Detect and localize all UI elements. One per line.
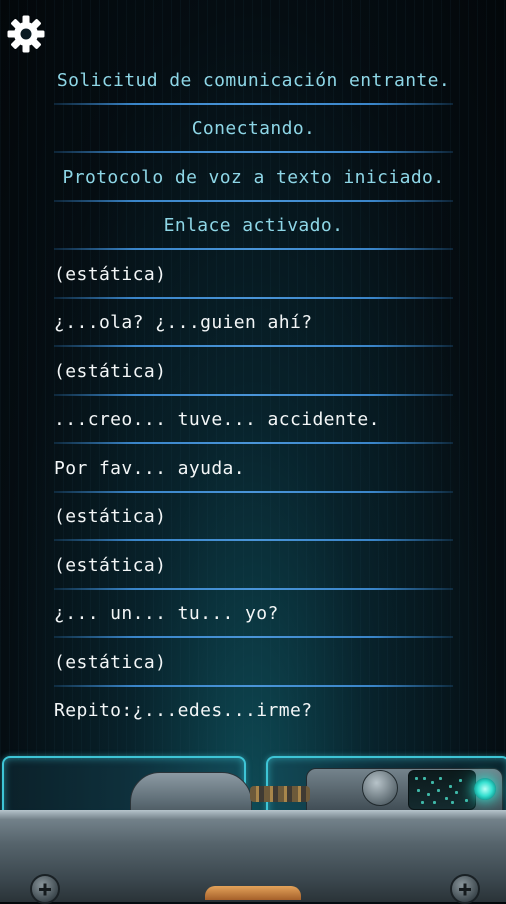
log-line-text: Por fav... ayuda. bbox=[54, 457, 246, 479]
transmission-log-line: ¿...ola? ¿...guien ahí? bbox=[54, 299, 453, 348]
transmission-log-line: (estática) bbox=[54, 250, 453, 299]
system-log-line: Enlace activado. bbox=[54, 202, 453, 251]
system-log-line: Protocolo de voz a texto iniciado. bbox=[54, 153, 453, 202]
display-pixel bbox=[465, 799, 468, 802]
mini-display bbox=[408, 770, 476, 810]
log-line-text: (estática) bbox=[54, 263, 167, 285]
console-base-lip bbox=[0, 810, 506, 820]
display-pixel bbox=[427, 793, 430, 796]
display-pixel bbox=[439, 777, 442, 780]
display-pixel bbox=[421, 801, 424, 804]
system-log-line: Conectando. bbox=[54, 105, 453, 154]
log-line-text: ¿... un... tu... yo? bbox=[54, 603, 279, 625]
display-pixel bbox=[431, 781, 434, 784]
display-pixel bbox=[455, 791, 458, 794]
wire-bundle bbox=[250, 786, 310, 802]
log-line-text: Solicitud de comunicación entrante. bbox=[56, 69, 451, 91]
display-pixel bbox=[449, 785, 452, 788]
display-pixel bbox=[423, 777, 426, 780]
display-pixel bbox=[417, 789, 420, 792]
bottom-console bbox=[0, 748, 506, 904]
display-pixel bbox=[445, 797, 448, 800]
log-line-text: Enlace activado. bbox=[163, 215, 344, 237]
log-line-text: ...creo... tuve... accidente. bbox=[54, 409, 380, 431]
transmission-log-line: (estática) bbox=[54, 347, 453, 396]
transmission-log-line: (estática) bbox=[54, 638, 453, 687]
transmission-log-line: ¿... un... tu... yo? bbox=[54, 590, 453, 639]
transmission-log-line: (estática) bbox=[54, 541, 453, 590]
display-pixel bbox=[433, 801, 436, 804]
display-pixel bbox=[437, 789, 440, 792]
log-line-text: Conectando. bbox=[191, 118, 316, 140]
settings-gear-icon[interactable] bbox=[6, 14, 46, 54]
transmission-log-line: ...creo... tuve... accidente. bbox=[54, 396, 453, 445]
log-line-text: ¿...ola? ¿...guien ahí? bbox=[54, 312, 313, 334]
transmission-log-line: Repito:¿...edes...irme? bbox=[54, 687, 453, 736]
console-orange-element bbox=[205, 886, 301, 900]
gear-icon bbox=[7, 15, 45, 53]
log-line-text: (estática) bbox=[54, 651, 167, 673]
indicator-light-icon bbox=[474, 778, 496, 800]
transmission-log-line: (estática) bbox=[54, 493, 453, 542]
display-pixel bbox=[451, 801, 454, 804]
dial-knob[interactable] bbox=[362, 770, 398, 806]
display-pixel bbox=[459, 779, 462, 782]
display-pixel bbox=[415, 777, 418, 780]
communication-log: Solicitud de comunicación entrante. Conec… bbox=[54, 56, 453, 735]
log-line-text: Protocolo de voz a texto iniciado. bbox=[62, 166, 445, 188]
log-line-text: (estática) bbox=[54, 506, 167, 528]
log-line-text: (estática) bbox=[54, 554, 167, 576]
log-line-text: Repito:¿...edes...irme? bbox=[54, 700, 313, 722]
log-line-text: (estática) bbox=[54, 360, 167, 382]
system-log-line: Solicitud de comunicación entrante. bbox=[54, 56, 453, 105]
transmission-log-line: Por fav... ayuda. bbox=[54, 444, 453, 493]
